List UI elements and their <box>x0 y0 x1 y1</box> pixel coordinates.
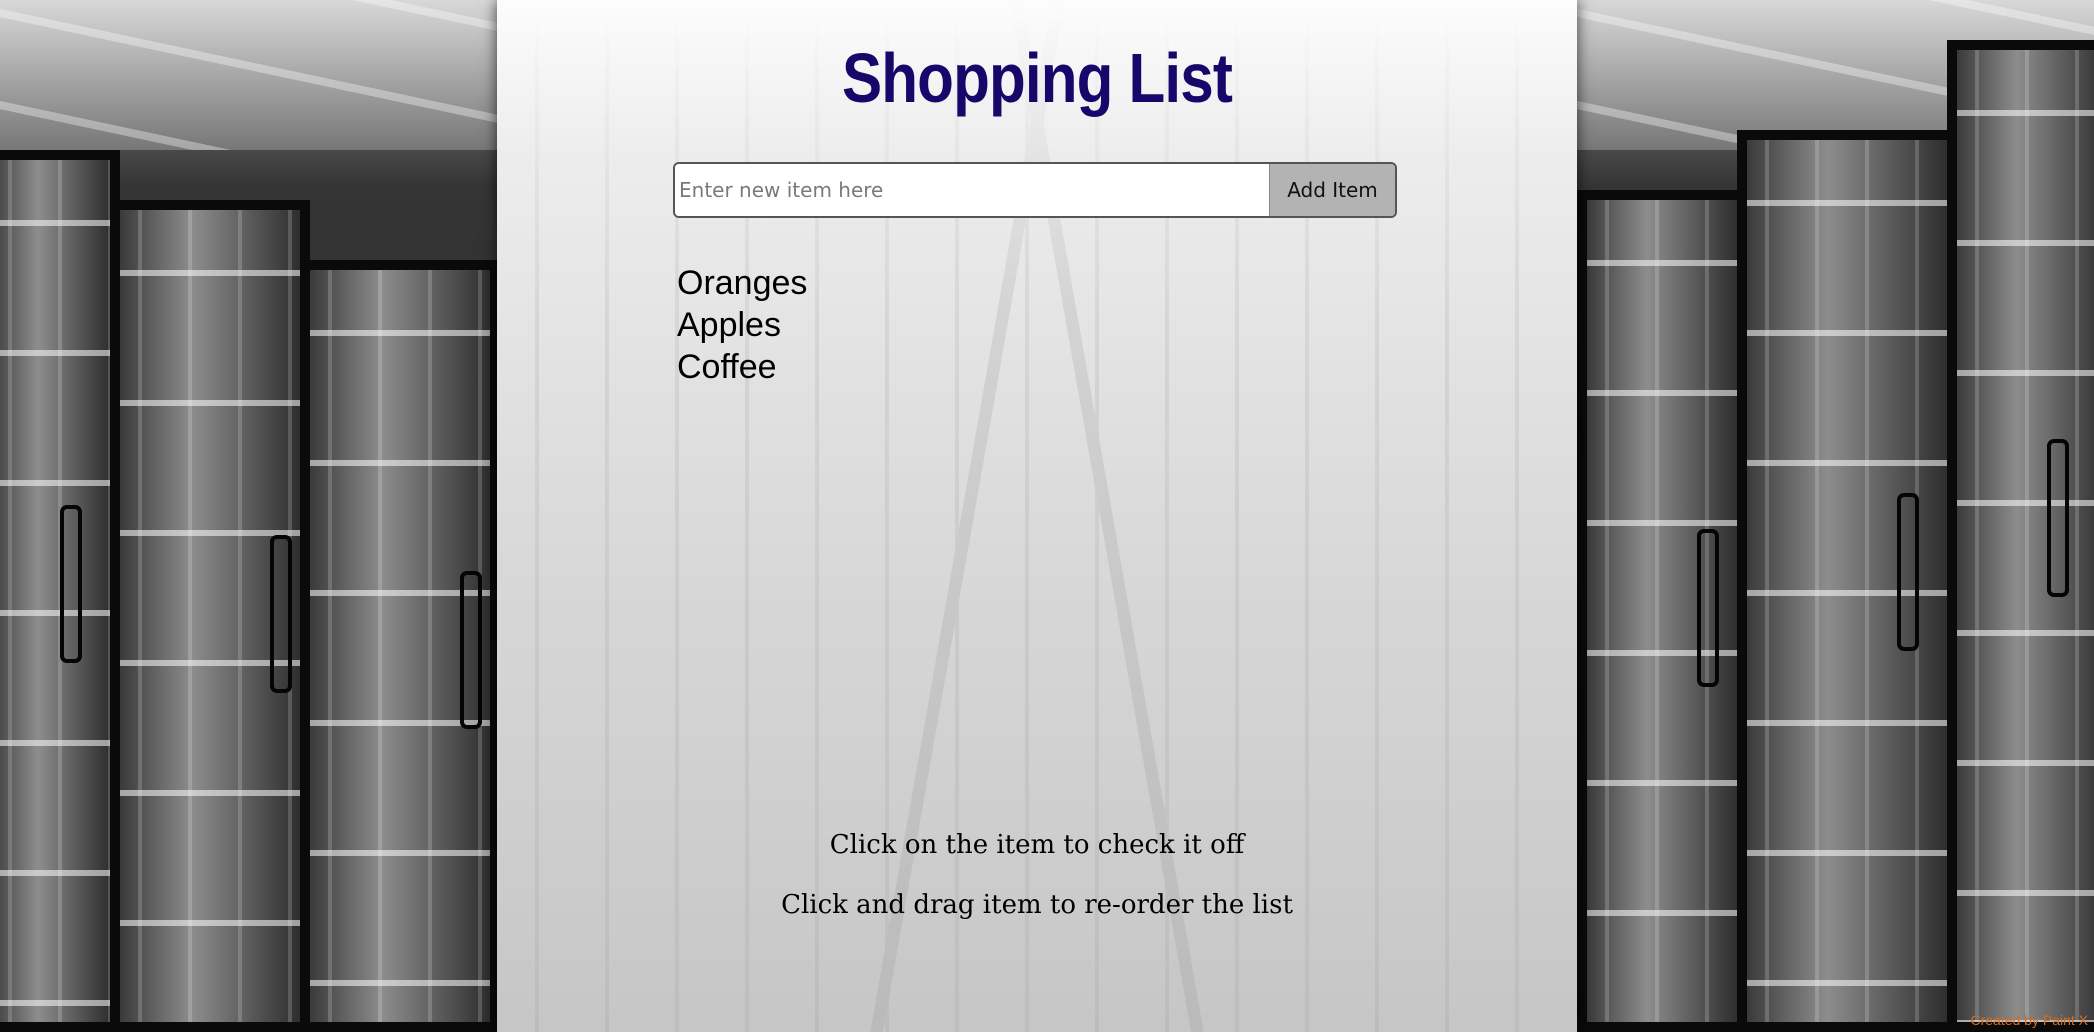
credit-text: Created by Paint X <box>1970 1012 2088 1028</box>
freezer-door-image <box>110 200 310 1032</box>
add-item-form: Add Item <box>673 162 1397 218</box>
door-handle-image <box>60 504 82 663</box>
door-handle-image <box>2047 438 2069 597</box>
new-item-input[interactable] <box>675 164 1269 216</box>
page-title: Shopping List <box>841 39 1233 117</box>
freezer-door-image <box>0 150 120 1032</box>
instruction-check-off: Click on the item to check it off <box>829 830 1245 860</box>
right-background-photo: Created by Paint X <box>1577 0 2094 1032</box>
instructions: Click on the item to check it off Click … <box>497 830 1577 950</box>
freezer-door-image <box>1737 130 1957 1032</box>
instruction-reorder: Click and drag item to re-order the list <box>781 890 1293 920</box>
door-handle-image <box>460 570 482 729</box>
left-background-photo <box>0 0 497 1032</box>
list-item[interactable]: Coffee <box>677 346 807 388</box>
door-handle-image <box>1897 492 1919 651</box>
freezer-door-image <box>1947 40 2094 1032</box>
freezer-door-image <box>300 260 497 1032</box>
shopping-items-list: Oranges Apples Coffee <box>677 262 807 388</box>
freezer-door-image <box>1577 190 1747 1032</box>
door-handle-image <box>1697 528 1719 687</box>
shopping-list-panel: Shopping List Add Item Oranges Apples Co… <box>497 0 1577 1032</box>
add-item-button[interactable]: Add Item <box>1269 164 1395 216</box>
list-item[interactable]: Apples <box>677 304 807 346</box>
door-handle-image <box>270 534 292 693</box>
list-item[interactable]: Oranges <box>677 262 807 304</box>
ceiling-image <box>0 0 497 150</box>
